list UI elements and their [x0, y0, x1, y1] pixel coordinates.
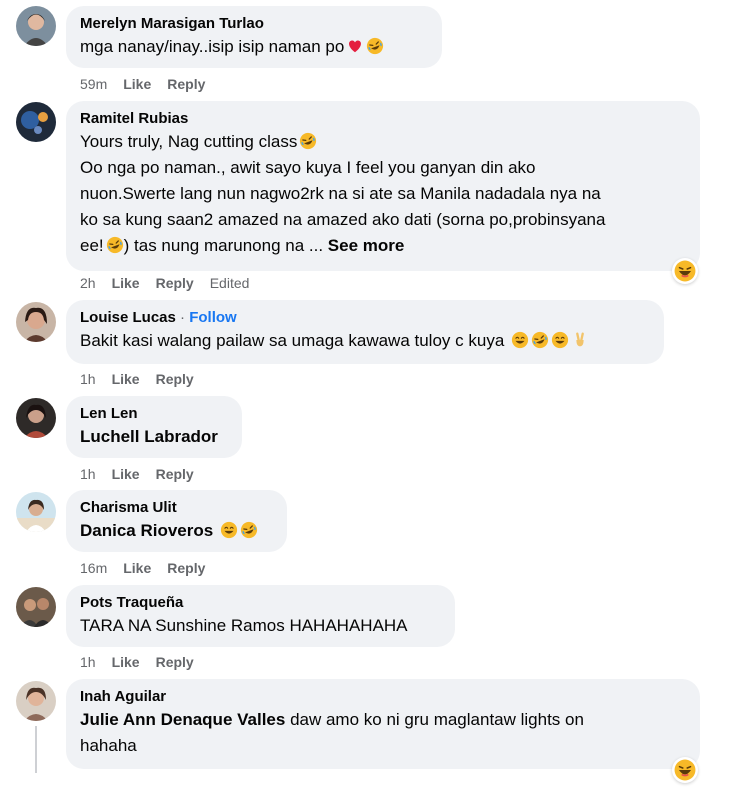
separator-dot: · — [180, 309, 186, 326]
avatar[interactable] — [16, 398, 56, 438]
avatar[interactable] — [16, 587, 56, 627]
reply-thread-line — [35, 726, 37, 773]
comment-bubble: Ramitel Rubias Yours truly, Nag cutting … — [66, 101, 700, 271]
comment-author[interactable]: Pots Traqueña — [80, 593, 441, 613]
avatar[interactable] — [16, 302, 56, 342]
avatar[interactable] — [16, 6, 56, 46]
reply-button[interactable]: Reply — [156, 370, 194, 388]
rolling-laughing-emoji-icon — [106, 236, 124, 254]
tagged-user-link[interactable]: Danica Rioveros — [80, 521, 213, 540]
tagged-user-link[interactable]: Julie Ann Denaque Valles — [80, 710, 285, 729]
comment-text: Yours truly, Nag cutting class Oo nga po… — [80, 129, 686, 259]
comment-author[interactable]: Merelyn Marasigan Turlao — [80, 14, 428, 34]
like-button[interactable]: Like — [123, 559, 151, 577]
grinning-emoji-icon — [511, 331, 529, 349]
comment-text-line: Oo nga po naman., awit sayo kuya I feel … — [80, 158, 536, 177]
avatar[interactable] — [16, 102, 56, 142]
avatar[interactable] — [16, 681, 56, 721]
avatar[interactable] — [16, 492, 56, 532]
like-button[interactable]: Like — [112, 274, 140, 292]
follow-button[interactable]: Follow — [189, 309, 237, 326]
edited-label: Edited — [209, 275, 250, 291]
comment-text-line: ee! — [80, 236, 104, 255]
comment-actions: 1h Like Reply — [80, 370, 194, 388]
comment-author[interactable]: Inah Aguilar — [80, 687, 686, 707]
rolling-laughing-emoji-icon — [531, 331, 549, 349]
comment-text-line: Bakit kasi walang pailaw sa umaga kawawa… — [80, 331, 505, 350]
comment-text-line: ) tas nung marunong na ... — [123, 236, 324, 255]
red-heart-icon — [346, 37, 364, 55]
comment-actions: 1h Like Reply — [80, 465, 194, 483]
comment-text: Luchell Labrador — [80, 424, 228, 450]
comment-author[interactable]: Louise Lucas — [80, 309, 176, 326]
reply-button[interactable]: Reply — [156, 653, 194, 671]
comment-timestamp[interactable]: 59m — [80, 75, 107, 93]
comment-text-line: daw amo ko ni gru maglantaw lights on — [290, 710, 584, 729]
rolling-laughing-emoji-icon — [366, 37, 384, 55]
comment-text: TARA NA Sunshine Ramos HAHAHAHAHA — [80, 616, 408, 635]
rolling-laughing-emoji-icon — [240, 521, 258, 539]
like-button[interactable]: Like — [112, 370, 140, 388]
reply-button[interactable]: Reply — [156, 465, 194, 483]
rolling-laughing-emoji-icon — [299, 132, 317, 150]
comment-bubble: Pots Traqueña TARA NA Sunshine Ramos HAH… — [66, 585, 455, 647]
reply-button[interactable]: Reply — [156, 274, 194, 292]
comment-bubble: Inah Aguilar Julie Ann Denaque Valles da… — [66, 679, 700, 769]
comment-timestamp[interactable]: 16m — [80, 559, 107, 577]
comment-text-line: Yours truly, Nag cutting class — [80, 132, 298, 151]
grinning-emoji-icon — [220, 521, 238, 539]
comment-timestamp[interactable]: 1h — [80, 465, 96, 483]
comment-actions: 59m Like Reply — [80, 75, 205, 93]
comment-actions: 2h Like Reply Edited — [80, 274, 249, 292]
comment-text-line: mga nanay/inay..isip isip naman po — [80, 37, 345, 56]
comment-text: Danica Rioveros — [80, 518, 273, 544]
comment-bubble: Merelyn Marasigan Turlao mga nanay/inay.… — [66, 6, 442, 68]
comment-author[interactable]: Len Len — [80, 404, 228, 424]
comment-bubble: Len Len Luchell Labrador — [66, 396, 242, 458]
comment-timestamp[interactable]: 1h — [80, 370, 96, 388]
comment-text: Bakit kasi walang pailaw sa umaga kawawa… — [80, 328, 650, 354]
comment-text-line: hahaha — [80, 736, 137, 755]
comment-author[interactable]: Charisma Ulit — [80, 498, 273, 518]
grinning-emoji-icon — [551, 331, 569, 349]
comment-text-line: nuon.Swerte lang nun nagwo2rk na si ate … — [80, 184, 601, 203]
victory-hand-emoji-icon — [571, 331, 589, 349]
like-button[interactable]: Like — [112, 653, 140, 671]
comment-actions: 1h Like Reply — [80, 653, 194, 671]
like-button[interactable]: Like — [112, 465, 140, 483]
haha-reaction-icon[interactable] — [672, 258, 698, 284]
tagged-user-link[interactable]: Luchell Labrador — [80, 427, 218, 446]
comment-bubble: Charisma Ulit Danica Rioveros — [66, 490, 287, 552]
comment-author[interactable]: Ramitel Rubias — [80, 109, 686, 129]
comment-timestamp[interactable]: 2h — [80, 274, 96, 292]
comment-text-line: ko sa kung saan2 amazed na amazed ako da… — [80, 210, 606, 229]
reply-button[interactable]: Reply — [167, 75, 205, 93]
comment-actions: 16m Like Reply — [80, 559, 205, 577]
like-button[interactable]: Like — [123, 75, 151, 93]
comment-text: Julie Ann Denaque Valles daw amo ko ni g… — [80, 707, 686, 759]
comment-text: mga nanay/inay..isip isip naman po — [80, 34, 428, 60]
comment-author-row: Louise Lucas · Follow — [80, 308, 650, 328]
haha-reaction-icon[interactable] — [672, 757, 698, 783]
see-more-link[interactable]: See more — [328, 236, 405, 255]
comment-bubble: Louise Lucas · Follow Bakit kasi walang … — [66, 300, 664, 364]
reply-button[interactable]: Reply — [167, 559, 205, 577]
comment-timestamp[interactable]: 1h — [80, 653, 96, 671]
